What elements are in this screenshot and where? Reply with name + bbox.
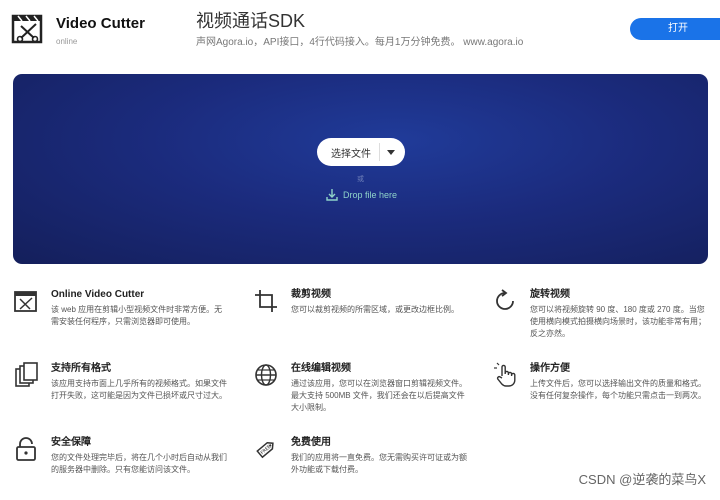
feature-description: 该应用支持市面上几乎所有的视频格式。如果文件打开失败，这可能是因为文件已损坏或尺… — [51, 379, 227, 400]
feature-description: 该 web 应用在剪辑小型视频文件时非常方便。无需安装任何程序，只需浏览器即可使… — [51, 305, 223, 326]
app-title: Video Cutter — [56, 15, 145, 32]
app-subtitle: online — [56, 37, 78, 46]
chevron-down-icon[interactable] — [387, 149, 395, 155]
feature-title: 免费使用 — [291, 437, 331, 448]
feature-title: 在线编辑视频 — [291, 363, 351, 374]
ad-title[interactable]: 视频通话SDK — [196, 9, 305, 33]
brand[interactable]: Video Cutter online — [56, 15, 145, 48]
button-divider — [379, 143, 380, 161]
drop-file-label: Drop file here — [343, 190, 398, 200]
watermark: CSDN @逆袭的菜鸟X — [578, 472, 706, 487]
rotate-icon — [496, 289, 514, 310]
select-file-button[interactable]: 选择文件 — [317, 138, 405, 166]
feature-title: 裁剪视频 — [291, 289, 331, 300]
free-tag-icon: FREE — [256, 441, 274, 459]
upload-hero[interactable]: 选择文件 或 Drop file here — [13, 74, 708, 264]
film-scissors-icon — [14, 291, 37, 312]
crop-icon — [255, 290, 277, 312]
feature-description: 我们的应用将一直免费。您无需购买许可证或为额外功能或下载付费。 — [291, 453, 467, 474]
drop-zone[interactable]: Drop file here — [325, 188, 397, 202]
feature-title: 操作方便 — [530, 363, 570, 374]
feature-description: 上传文件后，您可以选择输出文件的质量和格式。没有任何复杂操作，每个功能只需点击一… — [530, 379, 706, 400]
feature-description: 您的文件处理完毕后，将在几个小时后自动从我们的服务器中删除。只有您能访问该文件。 — [51, 453, 227, 474]
ad-description: 声网Agora.io，API接口，4行代码接入。每月1万分钟免费。 www.ag… — [196, 37, 524, 48]
documents-icon — [15, 362, 38, 387]
hand-pointer-icon — [494, 362, 516, 387]
feature-description: 您可以裁剪视频的所需区域，或更改边框比例。 — [291, 305, 459, 314]
film-scissors-icon[interactable] — [10, 10, 46, 46]
feature-title: 旋转视频 — [530, 289, 570, 300]
or-label: 或 — [357, 176, 364, 183]
feature-description: 您可以将视频旋转 90 度、180 度或 270 度。当您使用横向模式拍摄横向场… — [530, 305, 706, 338]
feature-title: 支持所有格式 — [51, 363, 111, 374]
header: Video Cutter online 视频通话SDK 声网Agora.io，A… — [0, 0, 720, 62]
globe-icon — [255, 364, 277, 386]
feature-description: 通过该应用，您可以在浏览器窗口剪辑视频文件。最大支持 500MB 文件，我们还会… — [291, 379, 467, 412]
download-icon — [326, 189, 338, 201]
lock-icon — [16, 437, 36, 461]
feature-title: Online Video Cutter — [51, 289, 145, 300]
ad-banner[interactable]: 视频通话SDK 声网Agora.io，API接口，4行代码接入。每月1万分钟免费… — [182, 0, 720, 58]
select-file-label: 选择文件 — [331, 148, 371, 160]
feature-title: 安全保障 — [51, 437, 91, 448]
ad-open-button[interactable]: 打开 — [630, 18, 720, 40]
